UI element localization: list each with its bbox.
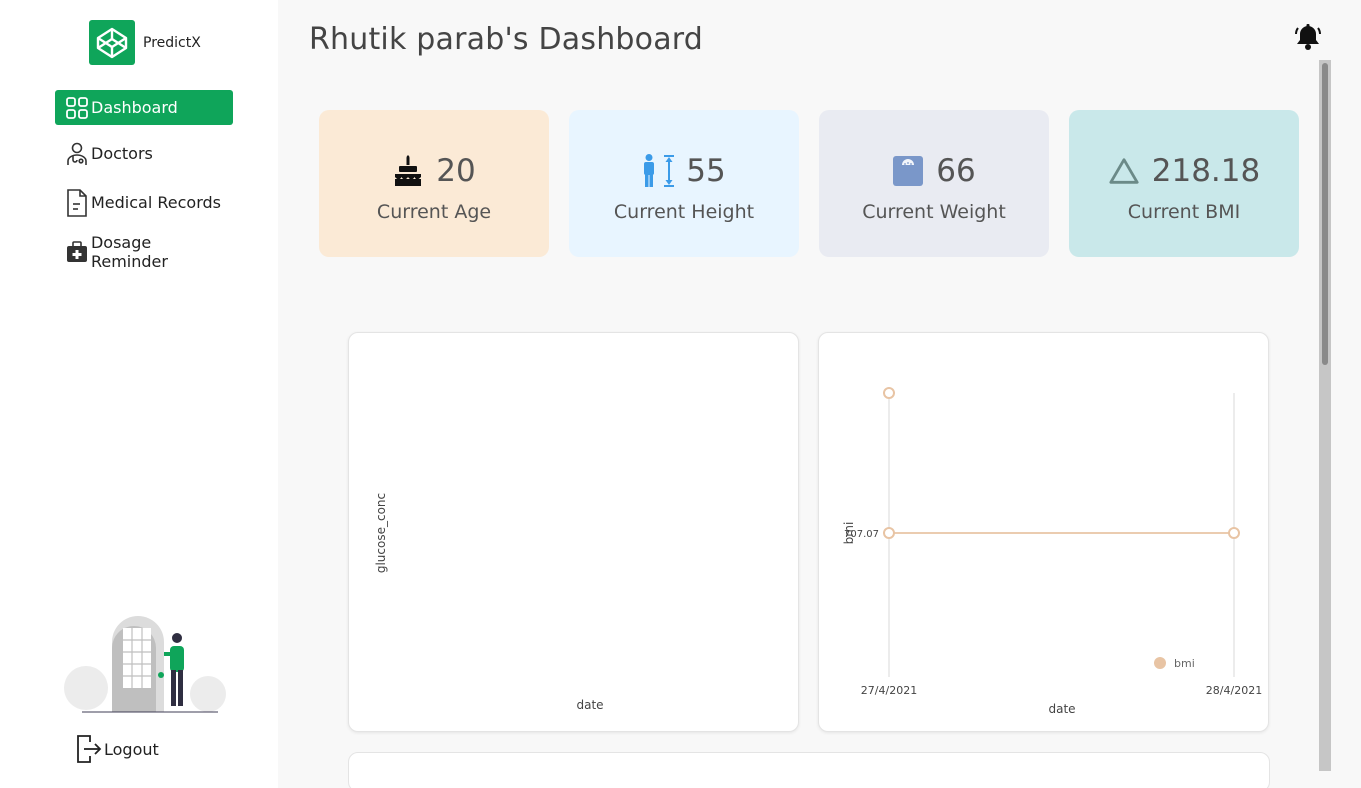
stat-card-height: 55 Current Height	[569, 110, 799, 257]
legend-label: bmi	[1174, 657, 1195, 670]
stat-card-bmi: 218.18 Current BMI	[1069, 110, 1299, 257]
triangle-icon	[1108, 153, 1140, 189]
stat-value: 66	[936, 153, 976, 189]
legend-marker	[1154, 657, 1166, 669]
x-tick-label: 27/4/2021	[861, 684, 917, 697]
stat-label: Current Height	[613, 201, 755, 223]
sidebar: PredictX Dashboard Doctors Medical Recor…	[0, 0, 278, 788]
logout-icon	[76, 734, 102, 764]
y-axis-label: glucose_conc	[374, 493, 388, 573]
codepen-cube-icon	[89, 20, 135, 65]
scale-icon	[892, 153, 924, 189]
stat-label: Current BMI	[1127, 201, 1241, 223]
sidebar-item-dosage-reminder[interactable]: Dosage Reminder	[55, 232, 233, 271]
brand[interactable]: PredictX	[89, 20, 201, 65]
sidebar-item-dashboard[interactable]: Dashboard	[55, 90, 233, 125]
data-point	[883, 527, 895, 539]
document-icon	[65, 188, 89, 217]
x-axis-label: date	[576, 698, 603, 712]
bmi-chart-svg: 27/4/2021 28/4/2021707.07 bmi date bmi	[842, 387, 1262, 716]
x-axis-label: date	[1048, 702, 1075, 716]
data-point	[883, 387, 895, 399]
y-axis-label: bmi	[842, 522, 856, 545]
cake-icon	[392, 153, 424, 189]
stat-card-weight: 66 Current Weight	[819, 110, 1049, 257]
stat-value: 20	[436, 153, 476, 189]
medical-kit-icon	[65, 239, 89, 265]
sidebar-item-label: Doctors	[91, 144, 153, 163]
grid-icon	[65, 95, 89, 121]
stat-label: Current Weight	[862, 201, 1006, 223]
logout-button[interactable]: Logout	[76, 733, 159, 765]
door-illustration	[60, 600, 230, 715]
page-title: Rhutik parab's Dashboard	[309, 22, 704, 57]
height-icon	[642, 153, 675, 189]
sidebar-item-medical-records[interactable]: Medical Records	[55, 185, 233, 220]
sidebar-item-label: Medical Records	[91, 193, 221, 212]
stat-value: 55	[686, 153, 726, 189]
sidebar-item-label: Dosage Reminder	[90, 232, 168, 271]
scrollbar-thumb[interactable]	[1322, 63, 1328, 365]
data-point	[1228, 527, 1240, 539]
glucose-chart: glucose_conc date	[348, 332, 799, 732]
sidebar-item-label: Dashboard	[91, 98, 178, 117]
glucose-chart-svg: glucose_conc date	[374, 493, 604, 712]
chart-card-partial	[348, 752, 1270, 788]
x-tick-label: 28/4/2021	[1206, 684, 1262, 697]
stat-card-age: 20 Current Age	[319, 110, 549, 257]
stat-label: Current Age	[376, 201, 492, 223]
bmi-chart: 27/4/2021 28/4/2021 707.07 bmi date bmi	[818, 332, 1269, 732]
stat-value: 218.18	[1151, 153, 1261, 189]
bell-icon[interactable]	[1294, 23, 1322, 51]
sidebar-item-doctors[interactable]: Doctors	[55, 136, 233, 171]
brand-name: PredictX	[143, 34, 201, 51]
doctor-icon	[65, 141, 89, 167]
scrollbar[interactable]	[1319, 60, 1331, 771]
logout-label: Logout	[104, 739, 159, 759]
